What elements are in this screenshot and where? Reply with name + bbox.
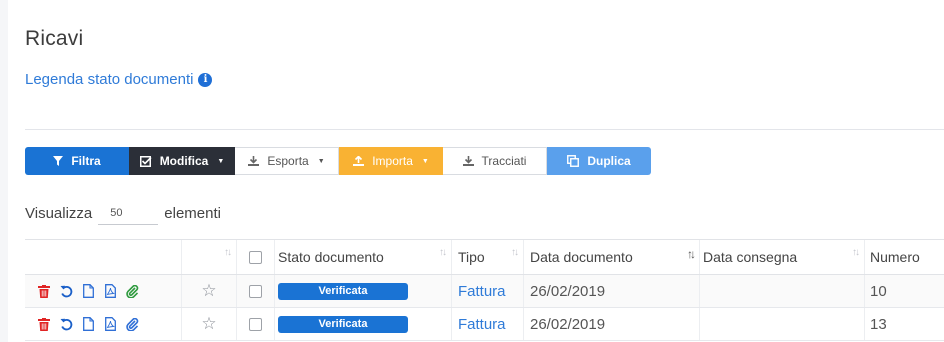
document-type-link[interactable]: Fattura [458, 283, 506, 300]
row-stato: Verificata [275, 308, 452, 340]
sort-desc-icon: ↑↓ [687, 247, 696, 261]
legend-link[interactable]: Legenda stato documenti i [25, 71, 213, 88]
chevron-down-icon: ▼ [421, 157, 429, 165]
row-tipo: Fattura [452, 275, 524, 307]
undo-icon[interactable] [59, 316, 73, 332]
pdf-icon[interactable] [103, 316, 117, 332]
documents-table: ↑↓ Stato documento ↑↓ Tipo ↑↓ Data docum… [25, 239, 944, 341]
document-date: 26/02/2019 [530, 282, 606, 300]
status-badge: Verificata [278, 315, 408, 333]
row-numero: 10 [865, 275, 944, 307]
pdf-icon[interactable] [103, 283, 117, 299]
header-select-all [237, 240, 275, 274]
edit-button[interactable]: Modifica ▼ [129, 147, 235, 175]
table-row: ☆ Verificata Fattura 26/02/2019 10 [25, 275, 944, 308]
document-icon[interactable] [81, 283, 95, 299]
row-stato: Verificata [275, 275, 452, 307]
row-star: ☆ [182, 275, 237, 307]
chevron-down-icon: ▼ [217, 157, 225, 165]
page-size-prefix: Visualizza [25, 204, 93, 222]
table-header: ↑↓ Stato documento ↑↓ Tipo ↑↓ Data docum… [25, 240, 944, 275]
download-icon [248, 156, 260, 166]
row-data: 26/02/2019 [524, 275, 700, 307]
edit-check-icon [139, 155, 152, 167]
import-button[interactable]: Importa ▼ [339, 147, 443, 175]
templates-button-label: Tracciati [481, 154, 527, 168]
row-numero: 13 [865, 308, 944, 340]
edit-button-label: Modifica [159, 154, 209, 168]
export-button-label: Esporta [267, 154, 309, 168]
filter-icon [53, 156, 64, 166]
trash-icon[interactable] [37, 316, 51, 332]
sort-icon: ↑↓ [511, 247, 519, 258]
row-checkbox[interactable] [249, 284, 262, 298]
sort-icon: ↑↓ [439, 247, 447, 258]
header-consegna-label: Data consegna [703, 249, 798, 265]
header-actions [25, 240, 182, 274]
templates-button[interactable]: Tracciati [443, 147, 547, 175]
document-icon[interactable] [81, 316, 95, 332]
document-number: 13 [870, 315, 887, 333]
download-icon [462, 156, 474, 166]
toolbar: Filtra Modifica ▼ Esporta ▼ Importa ▼ Tr… [25, 147, 651, 175]
header-star[interactable]: ↑↓ [182, 240, 237, 274]
row-tipo: Fattura [452, 308, 524, 340]
row-select [237, 275, 275, 307]
document-date: 26/02/2019 [530, 315, 606, 333]
upload-icon [353, 156, 365, 166]
duplicate-button[interactable]: Duplica [547, 147, 651, 175]
copy-icon [567, 155, 580, 167]
status-badge: Verificata [278, 282, 408, 300]
star-icon[interactable]: ☆ [201, 281, 216, 301]
sort-icon: ↑↓ [852, 247, 860, 258]
export-button[interactable]: Esporta ▼ [235, 147, 339, 175]
row-actions [25, 308, 182, 340]
page-size-suffix: elementi [164, 204, 221, 222]
left-sidebar-edge [0, 0, 8, 342]
duplicate-button-label: Duplica [587, 154, 631, 168]
header-stato-label: Stato documento [278, 249, 384, 265]
page-size-select[interactable]: 50 [98, 201, 159, 225]
header-stato[interactable]: Stato documento ↑↓ [275, 240, 452, 274]
row-data: 26/02/2019 [524, 308, 700, 340]
header-data[interactable]: Data documento ↑↓ [524, 240, 700, 274]
page-size-control: Visualizza 50 elementi [25, 201, 221, 225]
star-icon[interactable]: ☆ [201, 314, 216, 334]
trash-icon[interactable] [37, 283, 51, 299]
select-all-checkbox[interactable] [249, 250, 262, 264]
filter-button-label: Filtra [71, 154, 101, 168]
paperclip-icon[interactable] [125, 316, 139, 332]
row-select [237, 308, 275, 340]
header-numero[interactable]: Numero [865, 240, 944, 274]
header-data-label: Data documento [530, 249, 633, 265]
sort-icon: ↑↓ [224, 247, 232, 258]
document-number: 10 [870, 282, 887, 300]
divider [25, 129, 944, 130]
undo-icon[interactable] [59, 283, 73, 299]
row-consegna [700, 308, 865, 340]
info-icon: i [198, 72, 213, 87]
import-button-label: Importa [372, 154, 413, 168]
row-consegna [700, 275, 865, 307]
row-actions [25, 275, 182, 307]
chevron-down-icon: ▼ [317, 157, 325, 165]
paperclip-icon[interactable] [125, 283, 139, 299]
header-tipo-label: Tipo [458, 249, 485, 265]
page-title: Ricavi [25, 27, 84, 50]
header-tipo[interactable]: Tipo ↑↓ [452, 240, 524, 274]
row-star: ☆ [182, 308, 237, 340]
row-checkbox[interactable] [249, 317, 262, 331]
legend-link-label: Legenda stato documenti [25, 71, 194, 88]
document-type-link[interactable]: Fattura [458, 316, 506, 333]
filter-button[interactable]: Filtra [25, 147, 129, 175]
header-consegna[interactable]: Data consegna ↑↓ [700, 240, 865, 274]
table-row: ☆ Verificata Fattura 26/02/2019 13 [25, 308, 944, 341]
header-numero-label: Numero [870, 249, 920, 265]
page-size-value: 50 [110, 206, 123, 219]
